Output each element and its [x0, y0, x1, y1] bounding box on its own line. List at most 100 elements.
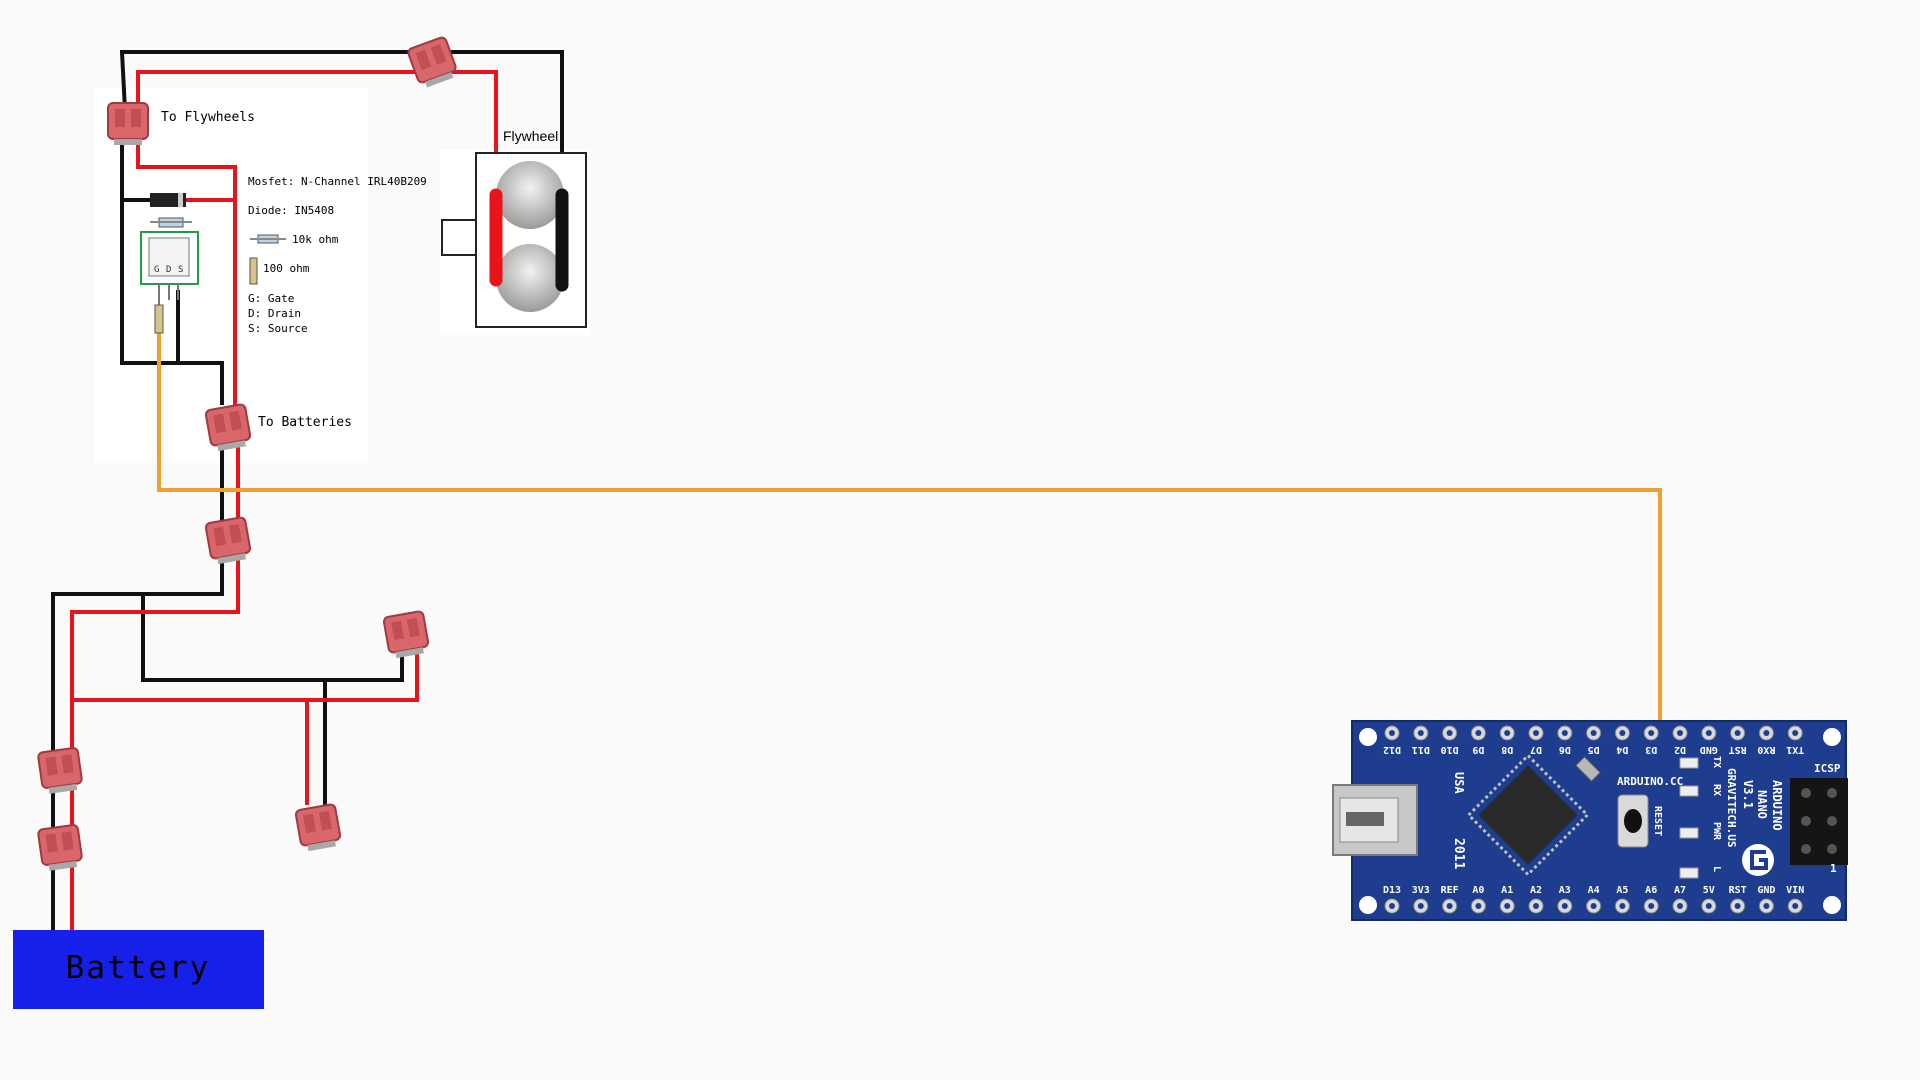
- header-pin-hole: [1705, 730, 1712, 736]
- led-pwr: [1679, 827, 1699, 839]
- xt-connector-body: [107, 102, 149, 140]
- xt-connector-body: [37, 747, 83, 789]
- header-pin-hole: [1533, 903, 1539, 909]
- xt-connector-body: [37, 824, 83, 866]
- xt-connector: [382, 610, 430, 659]
- legend-gate: G: Gate: [248, 292, 294, 305]
- header-pin-hole: [1561, 903, 1568, 909]
- legend-10k: 10k ohm: [292, 233, 339, 246]
- pin-label-top: TX1: [1786, 744, 1804, 755]
- pin-label-top: RST: [1729, 744, 1747, 755]
- pin-label-top: D5: [1588, 744, 1600, 755]
- pin-label-bottom: REF: [1441, 885, 1459, 896]
- xt-connector: [204, 403, 252, 452]
- reset-button-cap[interactable]: [1624, 809, 1642, 833]
- icsp-pin: [1801, 788, 1811, 798]
- silk-usa: USA: [1452, 772, 1466, 794]
- silk-brand: ARDUINO.CC: [1617, 775, 1683, 788]
- icsp-pin: [1801, 844, 1811, 854]
- header-pins-bottom: [1384, 898, 1803, 914]
- diode-band: [178, 193, 183, 207]
- pin-label-top: D6: [1559, 744, 1571, 755]
- mosfet-pin-g: G: [154, 265, 159, 275]
- pin-label-top: D2: [1674, 744, 1686, 755]
- header-pin-hole: [1705, 903, 1712, 909]
- header-pin-hole: [1677, 903, 1683, 909]
- silk-model-3: V3.1: [1741, 780, 1755, 809]
- legend-100-resistor-icon: [249, 257, 258, 285]
- legend-mosfet: Mosfet: N-Channel IRL40B209: [248, 175, 427, 188]
- silk-pwr: PWR: [1711, 822, 1722, 841]
- header-pin-hole: [1734, 730, 1741, 736]
- pin-labels-bottom: D13 3V3 REF A0 A1 A2 A3 A4 A5 A6 A7 5V RST GND VIN: [1383, 885, 1804, 896]
- pin-label-top: D8: [1501, 744, 1513, 755]
- led-tx: [1679, 757, 1699, 769]
- pin-label-bottom: 5V: [1703, 885, 1715, 896]
- silk-model-2: NANO: [1755, 790, 1769, 819]
- header-pin-hole: [1619, 903, 1626, 909]
- silk-model-1: ARDUINO: [1770, 780, 1784, 831]
- header-pin-hole: [1677, 730, 1683, 736]
- pin-label-top: D7: [1530, 744, 1542, 755]
- xt-connector-body: [382, 610, 430, 654]
- silk-rx: RX: [1711, 784, 1722, 796]
- legend-drain: D: Drain: [248, 307, 301, 320]
- xt-connector: [407, 36, 457, 88]
- silk-l: L: [1711, 866, 1722, 872]
- usb-tongue: [1346, 812, 1384, 826]
- header-pin-hole: [1763, 903, 1770, 909]
- silk-reset: RESET: [1652, 806, 1663, 836]
- header-pin-hole: [1504, 903, 1511, 909]
- mount-hole-tr: [1823, 728, 1841, 746]
- mount-hole-bl: [1359, 896, 1377, 914]
- pin-labels-top: D12 D11 D10 D9 D8 D7 D6 D5 D4 D3 D2 GND RST RX0 TX1: [1383, 744, 1804, 755]
- pin-label-top: D11: [1412, 744, 1430, 755]
- pin-label-bottom: A4: [1588, 885, 1600, 896]
- xt-connector: [294, 803, 342, 852]
- xt-connector: [107, 102, 149, 145]
- header-pin-hole: [1389, 903, 1395, 909]
- pin-label-bottom: VIN: [1786, 885, 1804, 896]
- xt-connector-pins: [114, 139, 142, 145]
- pin-label-bottom: RST: [1729, 885, 1747, 896]
- mount-hole-br: [1823, 896, 1841, 914]
- header-pin-hole: [1533, 730, 1539, 736]
- flywheel-wheel-lower: [496, 244, 564, 312]
- header-pin-hole: [1446, 730, 1453, 736]
- pin-label-top: D12: [1383, 744, 1401, 755]
- legend-source: S: Source: [248, 322, 308, 335]
- mosfet-pin-d: D: [166, 265, 171, 275]
- header-pin-hole: [1475, 730, 1482, 736]
- header-pin-hole: [1792, 903, 1799, 909]
- pin-label-bottom: A6: [1645, 885, 1657, 896]
- header-pin-hole: [1389, 730, 1395, 736]
- diagram-canvas: Flywheel G D S To Flywheels Mosfet: N-Ch…: [13, 36, 1848, 1009]
- legend-100: 100 ohm: [263, 262, 310, 275]
- pin-label-top: GND: [1700, 744, 1718, 755]
- xt-connector-slot: [115, 109, 125, 127]
- xt-connector-body: [294, 803, 342, 847]
- header-pin-hole: [1648, 730, 1655, 736]
- flywheel-label: Flywheel: [503, 128, 558, 144]
- pin-label-bottom: A0: [1472, 885, 1484, 896]
- pin-label-top: RX0: [1757, 744, 1775, 755]
- pin-label-bottom: A1: [1501, 885, 1513, 896]
- red-wire-branch: [72, 650, 419, 702]
- icsp-pin: [1827, 816, 1837, 826]
- resistor-100: [154, 304, 164, 334]
- xt-connector: [204, 516, 252, 565]
- header-pin-hole: [1446, 903, 1453, 909]
- icsp-pin: [1801, 816, 1811, 826]
- silk-maker: GRAVITECH.US: [1725, 768, 1738, 847]
- pin-label-bottom: GND: [1757, 885, 1775, 896]
- header-pin-hole: [1590, 730, 1597, 736]
- silk-year: 2011: [1451, 838, 1466, 869]
- pin-label-bottom: D13: [1383, 885, 1401, 896]
- mosfet-pin-s: S: [178, 265, 183, 275]
- pin-label-top: D4: [1616, 744, 1628, 755]
- flywheel-mount: [441, 219, 477, 256]
- header-pin-hole: [1561, 730, 1568, 736]
- header-pin-hole: [1475, 903, 1482, 909]
- xt-connector: [37, 747, 83, 794]
- xt-connector-body: [204, 403, 252, 447]
